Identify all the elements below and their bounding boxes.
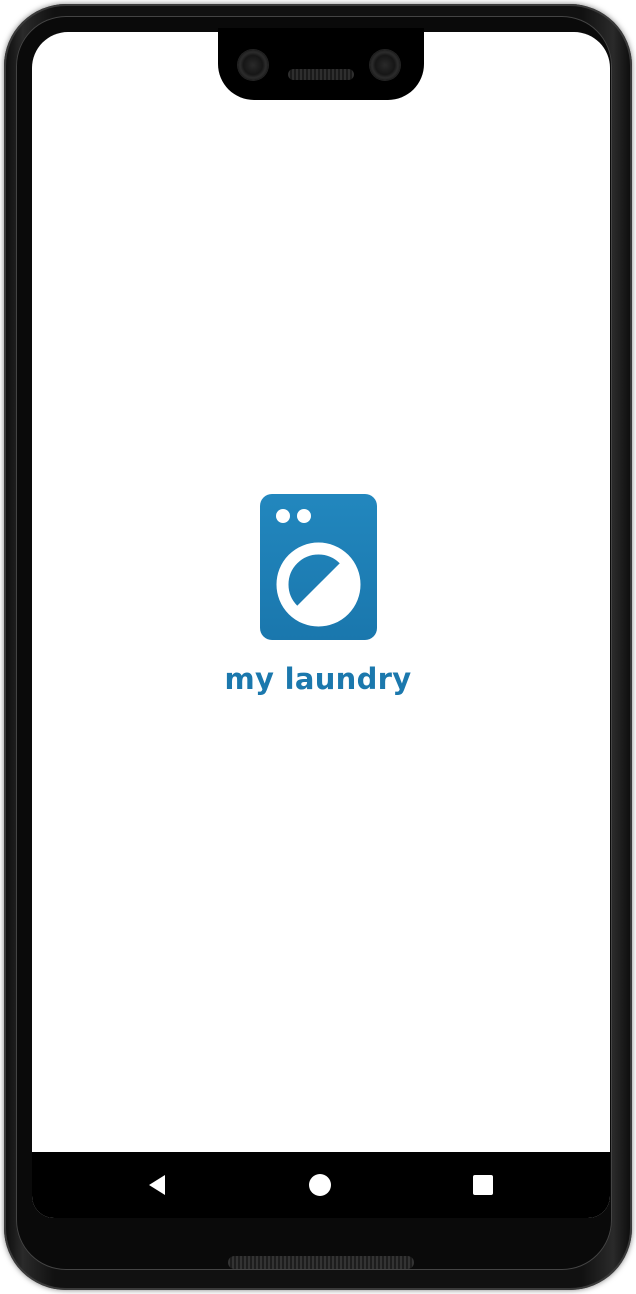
camera-notch xyxy=(218,28,424,100)
brand-name: my laundry xyxy=(224,662,412,696)
splash-logo: my laundry xyxy=(0,494,636,714)
back-button[interactable] xyxy=(142,1169,174,1201)
recents-square-icon xyxy=(473,1175,493,1195)
drum-icon xyxy=(276,542,361,627)
front-camera-icon xyxy=(238,50,268,80)
washing-machine-icon xyxy=(260,494,377,640)
back-triangle-icon xyxy=(149,1175,165,1195)
system-nav-bar xyxy=(32,1152,610,1218)
front-camera-icon xyxy=(370,50,400,80)
control-dot xyxy=(276,509,290,523)
recents-button[interactable] xyxy=(467,1169,499,1201)
home-circle-icon xyxy=(309,1174,331,1196)
home-button[interactable] xyxy=(304,1169,336,1201)
bottom-speaker-grille xyxy=(228,1256,414,1269)
control-dot xyxy=(297,509,311,523)
earpiece-speaker xyxy=(288,69,354,80)
